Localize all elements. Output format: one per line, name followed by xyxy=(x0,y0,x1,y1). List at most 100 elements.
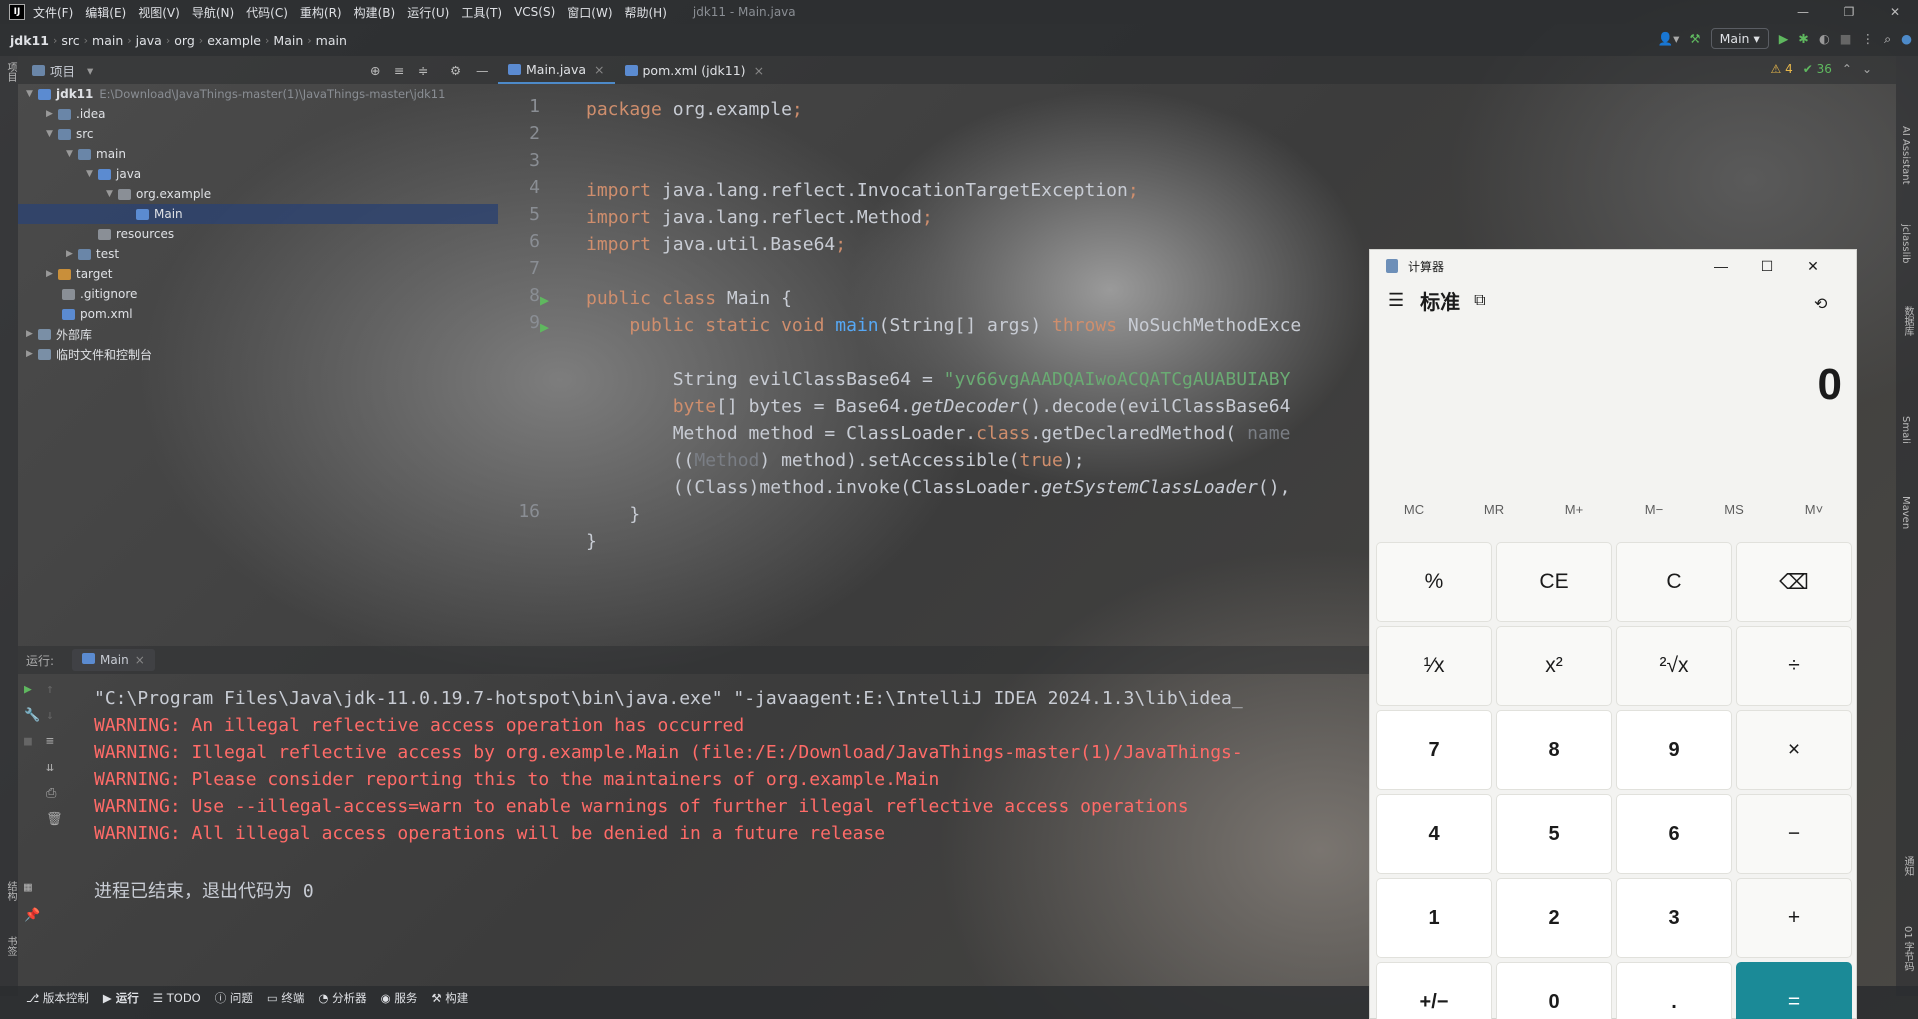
calculator-key[interactable]: ⌫ xyxy=(1736,542,1852,622)
maximize-icon[interactable]: ☐ xyxy=(1744,250,1790,282)
breadcrumb-main[interactable]: main xyxy=(88,33,127,48)
close-tab-icon[interactable]: × xyxy=(135,653,145,667)
bottom-tab-build[interactable]: ⚒ 构建 xyxy=(431,990,468,1006)
calculator-key[interactable]: ¹⁄x xyxy=(1376,626,1492,706)
tab-main-java[interactable]: Main.java × xyxy=(498,56,615,84)
menu-code[interactable]: 代码(C) xyxy=(246,4,288,21)
chevron-up-icon[interactable]: ⌃ xyxy=(1842,62,1852,76)
scroll-up-icon[interactable]: ↑ xyxy=(46,682,54,697)
calculator-key[interactable]: 0 xyxy=(1496,962,1612,1019)
bottom-tab-services[interactable]: ◉ 服务 xyxy=(381,990,418,1006)
tree-item-main-class[interactable]: Main xyxy=(18,204,498,224)
calculator-key[interactable]: ÷ xyxy=(1736,626,1852,706)
gutter-run-icon[interactable]: ▶ xyxy=(540,291,549,309)
calculator-key[interactable]: × xyxy=(1736,710,1852,790)
bottom-tab-profiler[interactable]: ◔ 分析器 xyxy=(318,990,366,1006)
calculator-key[interactable]: x² xyxy=(1496,626,1612,706)
memory-button[interactable]: MC xyxy=(1374,502,1454,517)
close-tab-icon[interactable]: × xyxy=(594,62,604,77)
bottom-tab-todo[interactable]: ☰ TODO xyxy=(153,991,201,1005)
chevron-down-icon[interactable]: ▼ xyxy=(106,189,118,199)
update-icon[interactable]: ● xyxy=(1901,31,1912,46)
tree-item-target[interactable]: ▶ target xyxy=(46,264,113,284)
chevron-down-icon[interactable]: ▼ xyxy=(26,89,38,99)
menu-build[interactable]: 构建(B) xyxy=(354,4,396,21)
tree-item-java[interactable]: ▼ java xyxy=(86,164,141,184)
calculator-key[interactable]: +/− xyxy=(1376,962,1492,1019)
chevron-down-icon[interactable]: ▾ xyxy=(87,63,93,78)
menu-view[interactable]: 视图(V) xyxy=(138,4,180,21)
tree-item-idea[interactable]: ▶ .idea xyxy=(46,104,106,124)
calculator-key[interactable]: 9 xyxy=(1616,710,1732,790)
calculator-key[interactable]: 6 xyxy=(1616,794,1732,874)
layout-icon[interactable]: ▦ xyxy=(24,880,32,895)
menu-help[interactable]: 帮助(H) xyxy=(625,4,667,21)
memory-button[interactable]: M− xyxy=(1614,502,1694,517)
calculator-key[interactable]: 1 xyxy=(1376,878,1492,958)
memory-button[interactable]: MR xyxy=(1454,502,1534,517)
memory-button[interactable]: M˅ xyxy=(1774,502,1854,517)
calculator-key[interactable]: − xyxy=(1736,794,1852,874)
calculator-key[interactable]: CE xyxy=(1496,542,1612,622)
calculator-key[interactable]: % xyxy=(1376,542,1492,622)
tree-item-gitignore[interactable]: .gitignore xyxy=(62,284,137,304)
bottom-tab-run[interactable]: ▶ 运行 xyxy=(103,990,139,1006)
tree-item-org-example[interactable]: ▼ org.example xyxy=(106,184,211,204)
gutter-run-icon[interactable]: ▶ xyxy=(540,318,549,336)
stop-icon[interactable]: ■ xyxy=(1840,31,1852,46)
breadcrumb-example[interactable]: example xyxy=(203,33,265,48)
coverage-icon[interactable]: ◐ xyxy=(1819,31,1830,46)
calculator-key[interactable]: + xyxy=(1736,878,1852,958)
chevron-down-icon[interactable]: ▼ xyxy=(86,169,98,179)
calculator-key[interactable]: . xyxy=(1616,962,1732,1019)
calculator-key[interactable]: 5 xyxy=(1496,794,1612,874)
close-tab-icon[interactable]: × xyxy=(754,63,764,78)
menu-file[interactable]: 文件(F) xyxy=(33,4,73,21)
tool-window-jclasslib[interactable]: jclasslib xyxy=(1900,224,1911,264)
scroll-to-end-icon[interactable]: ⇊ xyxy=(46,760,54,775)
tab-pom-xml[interactable]: pom.xml (jdk11) × xyxy=(615,56,775,84)
bottom-tab-problems[interactable]: ⓘ 问题 xyxy=(215,990,253,1006)
chevron-right-icon[interactable]: ▶ xyxy=(46,269,58,279)
tree-item-test[interactable]: ▶ test xyxy=(66,244,119,264)
chevron-right-icon[interactable]: ▶ xyxy=(26,349,38,359)
pin-icon[interactable]: 📌 xyxy=(24,908,40,923)
stop-icon[interactable]: ■ xyxy=(24,734,32,749)
menu-refactor[interactable]: 重构(R) xyxy=(300,4,342,21)
menu-navigate[interactable]: 导航(N) xyxy=(192,4,234,21)
minimize-icon[interactable]: — xyxy=(1780,0,1826,24)
user-icon[interactable]: 👤▾ xyxy=(1658,31,1680,47)
gear-icon[interactable]: ⚙ xyxy=(450,63,461,78)
breadcrumb-org[interactable]: org xyxy=(170,33,199,48)
chevron-right-icon[interactable]: ▶ xyxy=(26,329,38,339)
tool-window-project[interactable]: 项目 xyxy=(3,62,18,82)
menu-window[interactable]: 窗口(W) xyxy=(567,4,612,21)
chevron-down-icon[interactable]: ▼ xyxy=(46,129,58,139)
chevron-right-icon[interactable]: ▶ xyxy=(66,249,78,259)
hamburger-menu-icon[interactable]: ☰ xyxy=(1388,290,1404,311)
tool-window-maven[interactable]: Maven xyxy=(1900,496,1911,529)
menu-tools[interactable]: 工具(T) xyxy=(461,4,502,21)
tree-item-external-libraries[interactable]: ▶ 外部库 xyxy=(26,324,92,344)
debug-icon[interactable]: ✱ xyxy=(1798,31,1808,46)
calculator-key[interactable]: 4 xyxy=(1376,794,1492,874)
calculator-key[interactable]: 8 xyxy=(1496,710,1612,790)
collapse-all-icon[interactable]: ≑ xyxy=(418,63,428,78)
tool-window-bytecode[interactable]: 01 字节码 xyxy=(1900,926,1915,972)
chevron-right-icon[interactable]: ▶ xyxy=(46,109,58,119)
locate-icon[interactable]: ⊕ xyxy=(370,63,380,78)
restore-icon[interactable]: ❐ xyxy=(1826,0,1872,24)
trash-icon[interactable]: 🗑 xyxy=(46,812,63,827)
run-icon[interactable]: ▶ xyxy=(1779,31,1789,46)
calculator-key[interactable]: C xyxy=(1616,542,1732,622)
wrench-icon[interactable]: 🔧 xyxy=(24,708,40,723)
memory-button[interactable]: MS xyxy=(1694,502,1774,517)
calculator-key[interactable]: 2 xyxy=(1496,878,1612,958)
expand-all-icon[interactable]: ≡ xyxy=(394,63,404,78)
breadcrumb-method-main[interactable]: main xyxy=(312,33,351,48)
tool-window-bookmarks[interactable]: 书签 xyxy=(3,936,18,956)
history-icon[interactable]: ⟲ xyxy=(1814,294,1827,314)
soft-wrap-icon[interactable]: ≡ xyxy=(46,734,54,749)
minimize-icon[interactable]: — xyxy=(1698,250,1744,282)
menu-vcs[interactable]: VCS(S) xyxy=(514,5,555,19)
